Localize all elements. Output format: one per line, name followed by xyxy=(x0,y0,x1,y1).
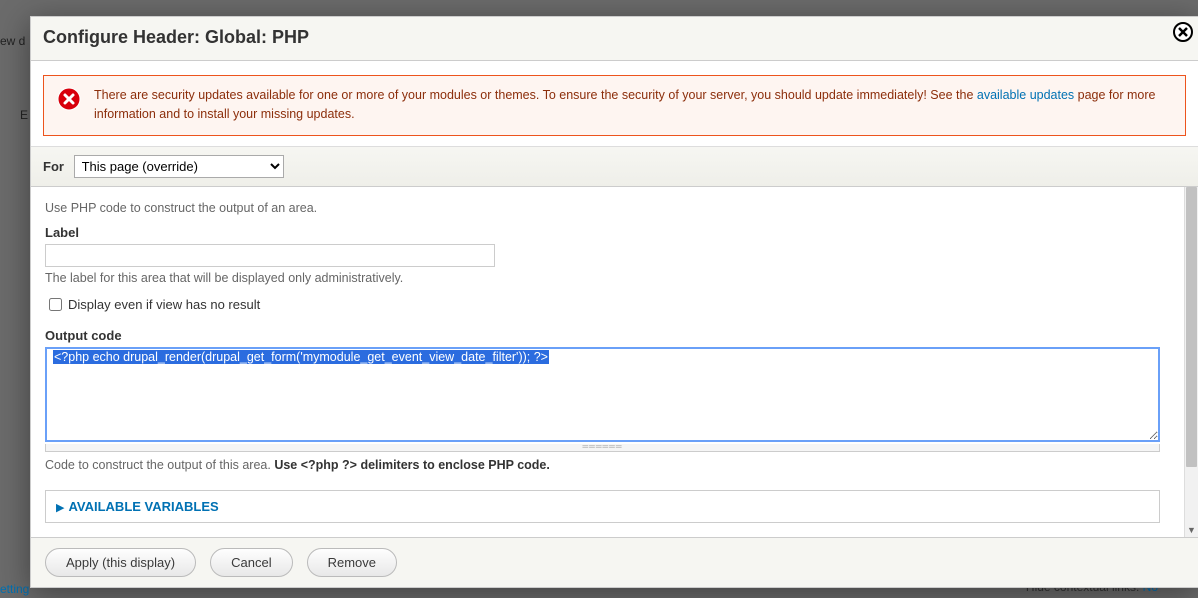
dialog-title-bar: Configure Header: Global: PHP xyxy=(31,17,1198,61)
intro-text: Use PHP code to construct the output of … xyxy=(45,201,1160,215)
display-empty-label: Display even if view has no result xyxy=(68,297,260,312)
background-text: ew d xyxy=(0,34,25,48)
output-code-textarea[interactable] xyxy=(45,347,1160,442)
dialog-title: Configure Header: Global: PHP xyxy=(43,27,309,47)
cancel-button[interactable]: Cancel xyxy=(210,548,292,577)
output-code-label: Output code xyxy=(45,328,1160,343)
close-icon[interactable] xyxy=(1172,21,1194,43)
scrollbar-thumb[interactable] xyxy=(1186,187,1197,467)
for-label: For xyxy=(43,159,64,174)
error-icon xyxy=(56,86,82,112)
label-field-label: Label xyxy=(45,225,1160,240)
available-variables-link[interactable]: AVAILABLE VARIABLES xyxy=(68,499,218,514)
output-code-wrap: <?php echo drupal_render(drupal_get_form… xyxy=(45,343,1160,445)
display-empty-row: Display even if view has no result xyxy=(45,295,1160,314)
output-code-help-bold: Use <?php ?> delimiters to enclose PHP c… xyxy=(274,458,550,472)
status-message: There are security updates available for… xyxy=(43,75,1186,136)
background-link-fragment: etting xyxy=(0,582,29,596)
available-updates-link[interactable]: available updates xyxy=(977,88,1074,102)
textarea-resize-handle[interactable]: ══════ xyxy=(45,444,1160,452)
configure-dialog: Configure Header: Global: PHP There are … xyxy=(30,16,1198,588)
available-variables-fieldset[interactable]: ▶ AVAILABLE VARIABLES xyxy=(45,490,1160,523)
label-input[interactable] xyxy=(45,244,495,267)
scroll-down-icon[interactable]: ▼ xyxy=(1187,525,1196,535)
display-empty-checkbox[interactable] xyxy=(49,298,62,311)
chevron-right-icon: ▶ xyxy=(56,502,64,514)
remove-button[interactable]: Remove xyxy=(307,548,397,577)
form-area: Use PHP code to construct the output of … xyxy=(31,187,1184,527)
label-help-text: The label for this area that will be dis… xyxy=(45,271,1160,285)
status-message-text: There are security updates available for… xyxy=(94,88,977,102)
dialog-body: ▲ ▼ Use PHP code to construct the output… xyxy=(31,187,1198,537)
output-code-help: Code to construct the output of this are… xyxy=(45,458,1160,472)
for-selector-bar: For This page (override) xyxy=(31,146,1198,187)
background-text: E xyxy=(20,108,28,122)
apply-button[interactable]: Apply (this display) xyxy=(45,548,196,577)
for-select[interactable]: This page (override) xyxy=(74,155,284,178)
dialog-actions: Apply (this display) Cancel Remove xyxy=(31,537,1198,587)
vertical-scrollbar[interactable]: ▲ ▼ xyxy=(1184,187,1198,537)
output-code-help-plain: Code to construct the output of this are… xyxy=(45,458,274,472)
